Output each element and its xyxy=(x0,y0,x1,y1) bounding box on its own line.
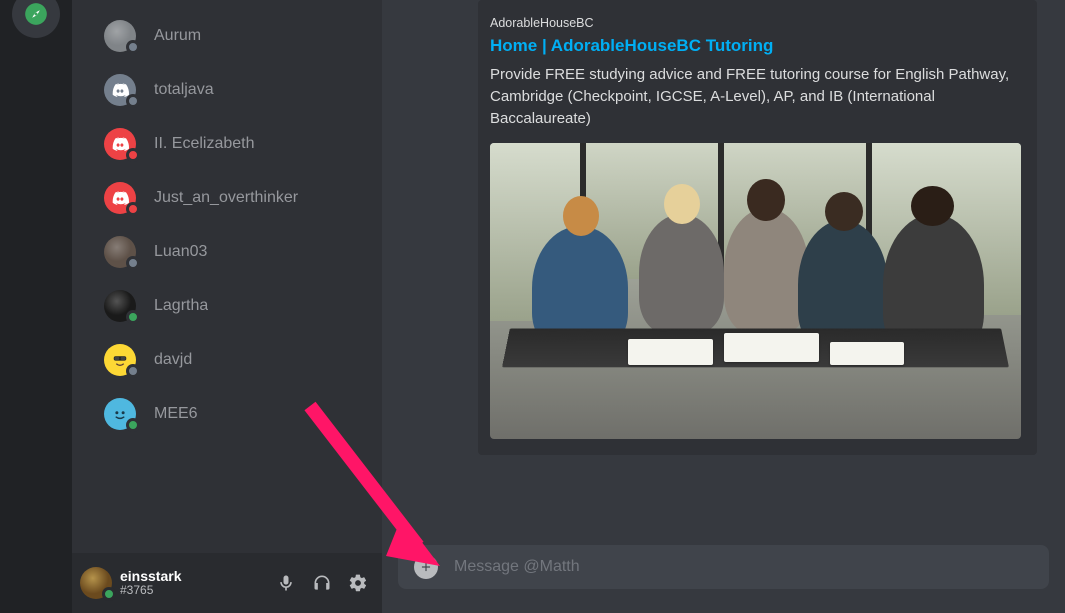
member-avatar xyxy=(104,236,136,268)
link-embed: AdorableHouseBC Home | AdorableHouseBC T… xyxy=(478,0,1037,455)
member-name: II. Ecelizabeth xyxy=(154,135,255,153)
user-controls xyxy=(270,567,374,599)
member-avatar xyxy=(104,20,136,52)
member-avatar xyxy=(104,344,136,376)
member-item[interactable]: totaljava xyxy=(96,68,374,112)
member-item[interactable]: davjd xyxy=(96,338,374,382)
member-avatar xyxy=(104,128,136,160)
user-panel: einsstark #3765 xyxy=(72,553,382,613)
embed-description: Provide FREE studying advice and FREE tu… xyxy=(490,64,1021,129)
member-name: MEE6 xyxy=(154,405,198,423)
status-dot xyxy=(126,418,140,432)
headphones-icon xyxy=(312,573,332,593)
member-item[interactable]: MEE6 xyxy=(96,392,374,436)
deafen-button[interactable] xyxy=(306,567,338,599)
microphone-icon xyxy=(276,573,296,593)
member-name: Lagrtha xyxy=(154,297,208,315)
status-dot xyxy=(126,310,140,324)
server-rail xyxy=(0,0,72,613)
compass-icon xyxy=(23,1,49,27)
self-username: einsstark xyxy=(120,569,270,584)
embed-provider: AdorableHouseBC xyxy=(490,16,1021,30)
chat-main: AdorableHouseBC Home | AdorableHouseBC T… xyxy=(382,0,1065,613)
member-name: Aurum xyxy=(154,27,201,45)
member-avatar xyxy=(104,74,136,106)
server-explore-button[interactable] xyxy=(12,0,60,38)
status-dot xyxy=(126,364,140,378)
member-list: Aurum totaljava II. Ecelizabeth Just_an_ove… xyxy=(72,0,382,553)
member-name: davjd xyxy=(154,351,192,369)
status-dot xyxy=(126,148,140,162)
member-name: Just_an_overthinker xyxy=(154,189,298,207)
sidebar: Aurum totaljava II. Ecelizabeth Just_an_ove… xyxy=(72,0,382,613)
plus-icon xyxy=(419,560,433,574)
message-composer xyxy=(398,545,1049,589)
member-avatar xyxy=(104,290,136,322)
self-avatar[interactable] xyxy=(80,567,112,599)
status-dot xyxy=(126,40,140,54)
member-item[interactable]: Aurum xyxy=(96,14,374,58)
status-dot xyxy=(126,256,140,270)
status-dot xyxy=(126,202,140,216)
member-avatar xyxy=(104,182,136,214)
status-dot xyxy=(126,94,140,108)
member-item[interactable]: Lagrtha xyxy=(96,284,374,328)
self-status-dot xyxy=(102,587,116,601)
user-settings-button[interactable] xyxy=(342,567,374,599)
member-name: totaljava xyxy=(154,81,214,99)
self-discriminator: #3765 xyxy=(120,584,270,597)
embed-image[interactable] xyxy=(490,143,1021,439)
composer-wrap xyxy=(382,545,1065,613)
mute-mic-button[interactable] xyxy=(270,567,302,599)
member-avatar xyxy=(104,398,136,430)
member-item[interactable]: II. Ecelizabeth xyxy=(96,122,374,166)
member-name: Luan03 xyxy=(154,243,207,261)
gear-icon xyxy=(348,573,368,593)
embed-title-link[interactable]: Home | AdorableHouseBC Tutoring xyxy=(490,36,1021,56)
attach-button[interactable] xyxy=(414,555,438,579)
member-item[interactable]: Luan03 xyxy=(96,230,374,274)
member-item[interactable]: Just_an_overthinker xyxy=(96,176,374,220)
chat-scroll[interactable]: AdorableHouseBC Home | AdorableHouseBC T… xyxy=(382,0,1065,545)
message-input[interactable] xyxy=(454,558,1033,576)
self-user-text[interactable]: einsstark #3765 xyxy=(120,569,270,598)
